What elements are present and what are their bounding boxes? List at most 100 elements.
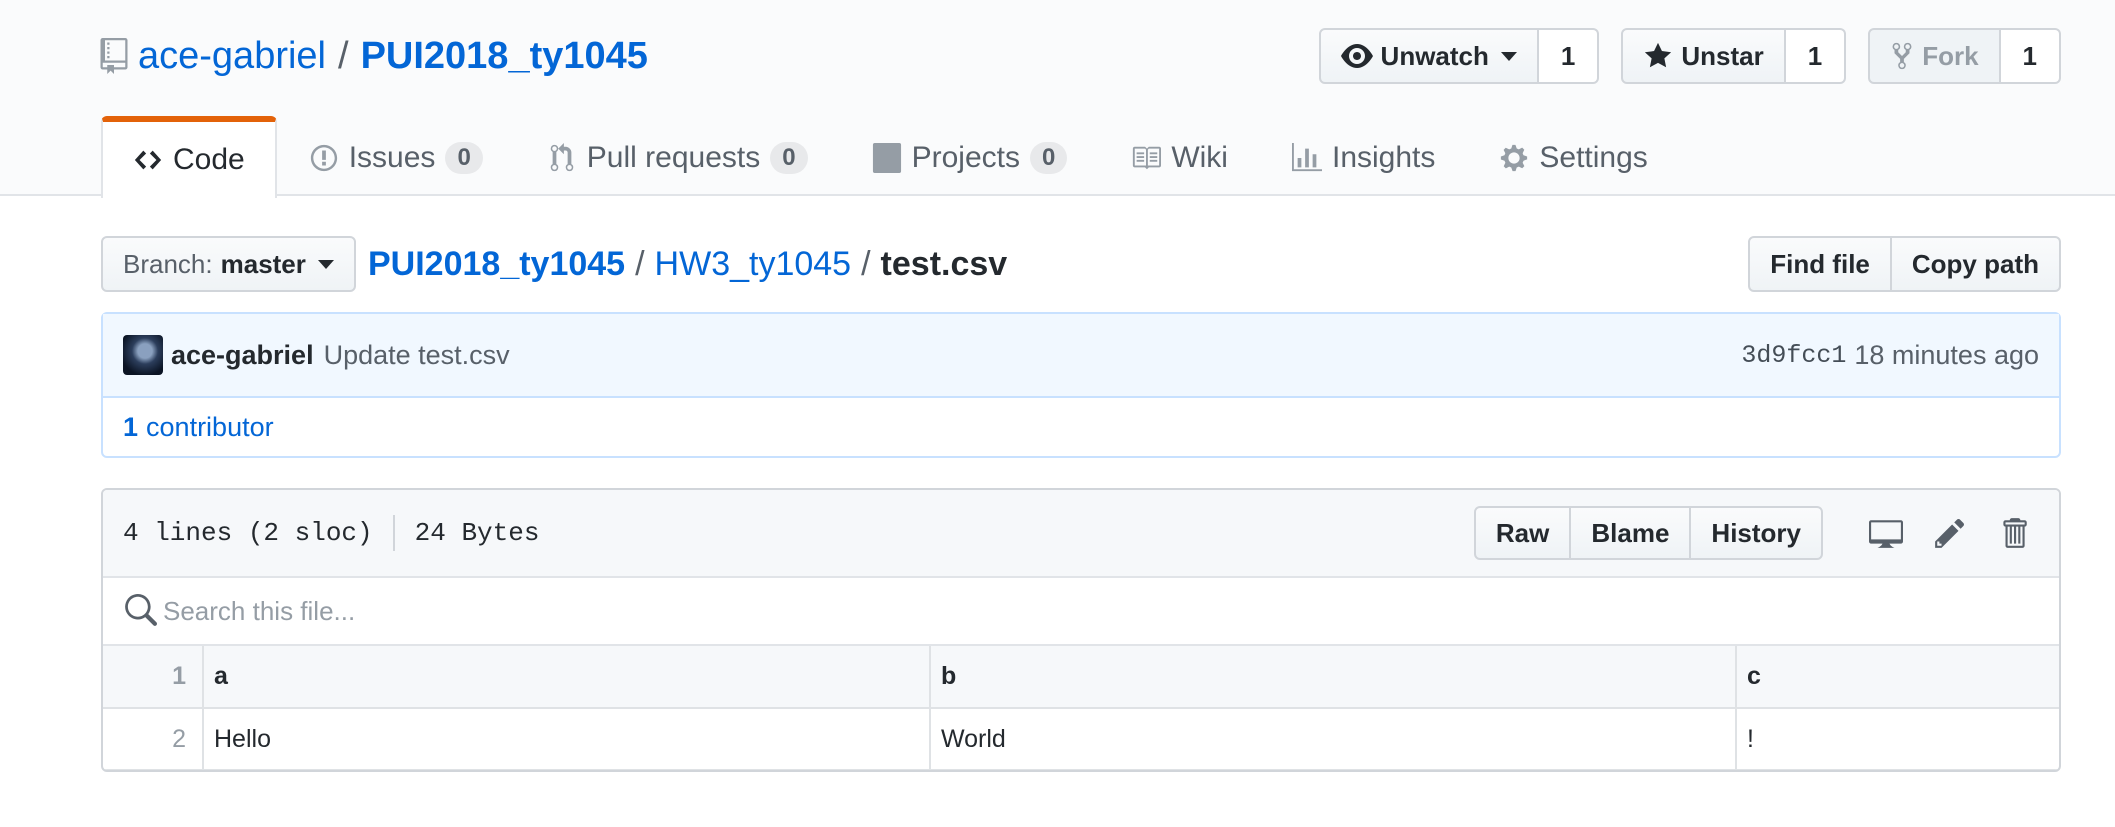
commit-meta: 3d9fcc1 18 minutes ago (1741, 340, 2039, 371)
csv-table: 1 a b c 2 Hello World ! (103, 646, 2059, 770)
breadcrumb-dir-link[interactable]: HW3_ty1045 (655, 245, 852, 284)
chevron-down-icon (317, 259, 334, 269)
tab-projects[interactable]: Projects 0 (840, 116, 1100, 198)
line-number[interactable]: 2 (103, 707, 204, 770)
file-lines: 4 lines (2 sloc) (123, 518, 373, 548)
unstar-button[interactable]: Unstar (1621, 28, 1786, 84)
code-icon (134, 150, 162, 170)
unwatch-label: Unwatch (1380, 40, 1489, 71)
commit-time: 18 minutes ago (1854, 339, 2039, 370)
watchers-count[interactable]: 1 (1538, 28, 1600, 84)
edit-file-button[interactable] (1925, 508, 1975, 558)
stargazers-count[interactable]: 1 (1785, 28, 1847, 84)
forks-count[interactable]: 1 (2000, 28, 2061, 84)
unwatch-button[interactable]: Unwatch (1318, 28, 1539, 84)
star-group: Unstar 1 (1621, 28, 1847, 84)
fork-icon (1892, 42, 1912, 70)
file-box: 4 lines (2 sloc) 24 Bytes Raw Blame Hist… (101, 488, 2061, 772)
tab-insights-label: Insights (1331, 141, 1436, 174)
commit-sha-link[interactable]: 3d9fcc1 (1741, 341, 1846, 370)
repo-name-link[interactable]: PUI2018_ty1045 (361, 35, 648, 78)
file-header: 4 lines (2 sloc) 24 Bytes Raw Blame Hist… (103, 490, 2059, 578)
file-view-buttons: Raw Blame History (1473, 506, 1823, 560)
issues-counter: 0 (445, 142, 483, 174)
file-info: 4 lines (2 sloc) 24 Bytes (123, 515, 539, 551)
tab-issues[interactable]: Issues 0 (277, 116, 515, 198)
watch-group: Unwatch 1 (1318, 28, 1600, 84)
copy-path-button[interactable]: Copy path (1891, 236, 2061, 292)
repo-icon (100, 38, 128, 74)
csv-cell: Hello (202, 707, 931, 770)
contributors-label: contributor (146, 411, 274, 442)
csv-header-cell: a (202, 646, 931, 709)
tab-settings-label: Settings (1539, 141, 1648, 174)
repo-title: ace-gabriel / PUI2018_ty1045 (100, 28, 648, 84)
line-number[interactable]: 1 (103, 646, 204, 709)
table-row: 2 Hello World ! (103, 707, 2059, 770)
branch-select-button[interactable]: Branch: master (101, 236, 356, 292)
commit-author-link[interactable]: ace-gabriel (171, 340, 314, 371)
commit-message-link[interactable]: Update test.csv (324, 340, 510, 371)
file-navigation: Find file Copy path (1748, 236, 2061, 292)
commit-info-box: ace-gabriel Update test.csv 3d9fcc1 18 m… (101, 312, 2061, 458)
breadcrumb-repo-link[interactable]: PUI2018_ty1045 (368, 245, 625, 284)
eye-icon (1340, 44, 1373, 68)
csv-header-cell: b (929, 646, 1737, 709)
breadcrumb: PUI2018_ty1045 / HW3_ty1045 / test.csv (368, 236, 1007, 292)
unstar-label: Unstar (1681, 40, 1764, 71)
fork-label: Fork (1922, 40, 1979, 71)
contributors-link[interactable]: 1 contributor (103, 398, 2059, 456)
repo-title-separator: / (338, 34, 349, 77)
branch-value: master (220, 248, 306, 279)
graph-icon (1291, 143, 1322, 172)
repo-actions: Unwatch 1 Unstar 1 Fork 1 (1318, 28, 2061, 84)
open-desktop-button[interactable] (1861, 508, 1911, 558)
desktop-icon (1869, 520, 1903, 548)
tab-wiki[interactable]: Wiki (1099, 116, 1260, 198)
fork-button[interactable]: Fork (1868, 28, 2001, 84)
breadcrumb-separator: / (861, 244, 871, 283)
project-icon (872, 143, 901, 173)
tab-code[interactable]: Code (101, 116, 277, 198)
repo-nav: Code Issues 0 Pull requests 0 Projects 0… (101, 116, 1680, 198)
tab-insights[interactable]: Insights (1260, 116, 1467, 198)
projects-counter: 0 (1029, 142, 1068, 174)
search-icon (125, 594, 157, 626)
csv-cell: World (929, 707, 1737, 770)
csv-cell: ! (1735, 707, 2059, 770)
file-search-input[interactable] (163, 595, 763, 627)
chevron-down-icon (1500, 51, 1517, 61)
csv-header-cell: c (1735, 646, 2059, 709)
file-search-row (103, 578, 2059, 646)
history-button[interactable]: History (1691, 506, 1823, 560)
issue-opened-icon (310, 144, 337, 172)
file-actions: Raw Blame History (1473, 506, 2039, 560)
contributors-count: 1 (123, 411, 139, 442)
file-info-divider (392, 515, 395, 551)
tab-pull-requests-label: Pull requests (586, 141, 761, 174)
raw-button[interactable]: Raw (1473, 506, 1572, 560)
find-file-button[interactable]: Find file (1748, 236, 1892, 292)
star-icon (1645, 42, 1672, 68)
file-size: 24 Bytes (414, 518, 540, 548)
tab-settings[interactable]: Settings (1467, 116, 1679, 198)
blame-button[interactable]: Blame (1571, 506, 1692, 560)
gear-icon (1501, 144, 1528, 172)
commit-tease: ace-gabriel Update test.csv 3d9fcc1 18 m… (103, 314, 2059, 398)
breadcrumb-separator: / (635, 244, 645, 283)
tab-wiki-label: Wiki (1171, 141, 1228, 174)
repo-owner-link[interactable]: ace-gabriel (138, 35, 326, 78)
tab-code-label: Code (173, 143, 245, 176)
tab-pull-requests[interactable]: Pull requests 0 (515, 116, 840, 198)
avatar[interactable] (123, 335, 163, 375)
delete-file-button[interactable] (1989, 508, 2039, 558)
fork-group: Fork 1 (1868, 28, 2061, 84)
pull-requests-counter: 0 (770, 142, 808, 174)
breadcrumb-file: test.csv (880, 244, 1008, 283)
tab-issues-label: Issues (348, 141, 436, 174)
git-pull-request-icon (550, 143, 574, 172)
pencil-icon (1935, 518, 1965, 548)
book-icon (1133, 146, 1162, 170)
tab-projects-label: Projects (911, 141, 1020, 174)
repo-header: ace-gabriel / PUI2018_ty1045 Unwatch 1 U… (0, 0, 2115, 198)
